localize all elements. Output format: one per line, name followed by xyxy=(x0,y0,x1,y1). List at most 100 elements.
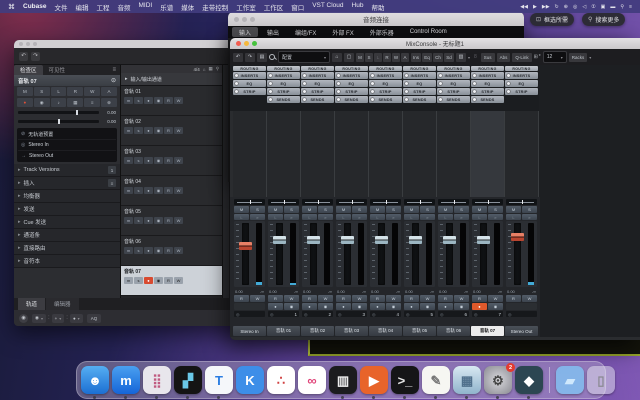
track-btn-s[interactable]: s xyxy=(134,277,143,284)
rack-inserts[interactable]: INSERTS xyxy=(505,72,538,79)
menu-item-工程[interactable]: 工程 xyxy=(96,2,109,12)
pan-control[interactable] xyxy=(336,199,367,205)
fader-cap[interactable] xyxy=(477,236,490,244)
mix-link-icon-0[interactable]: ⊞ xyxy=(534,54,538,60)
inspector-section-2[interactable]: ▸均衡器 xyxy=(14,190,120,203)
audio-tab-编组/FX[interactable]: 编组/FX xyxy=(288,26,323,38)
dock-audio-midi-setup[interactable]: ▦ xyxy=(453,366,481,394)
solo-button[interactable]: S xyxy=(386,206,401,213)
apple-menu-icon[interactable]: ⌘ xyxy=(8,3,15,11)
mixer-view-icon[interactable]: ▥ xyxy=(456,53,466,62)
rack-strip[interactable]: STRIP xyxy=(403,88,436,95)
track-btn-R[interactable]: R xyxy=(164,277,173,284)
dock-p-loop[interactable]: ∞ xyxy=(298,366,326,394)
rack-strip[interactable]: STRIP xyxy=(301,88,334,95)
status-icon-9[interactable]: ▬ xyxy=(610,4,615,10)
track-btn-◉[interactable]: ◉ xyxy=(154,157,163,164)
edit-button[interactable]: e xyxy=(284,214,299,220)
rack-routing[interactable]: ROUTING xyxy=(369,66,402,71)
monitor-button[interactable]: ◉ xyxy=(352,303,367,310)
fader-track[interactable] xyxy=(344,223,351,285)
rack-sends[interactable]: SENDS xyxy=(301,96,334,103)
mix-bypass-Sd[interactable]: Sd xyxy=(444,53,454,62)
dock-finder[interactable]: ☻ xyxy=(81,366,109,394)
fader-cap[interactable] xyxy=(341,236,354,244)
track-row-1[interactable]: 音轨 01ms●◉RW xyxy=(121,86,222,116)
channel-name-Stereo In[interactable]: Stereo In xyxy=(233,326,266,336)
track-btn-W[interactable]: W xyxy=(174,217,183,224)
fader-cap[interactable] xyxy=(511,233,524,241)
fader-cap[interactable] xyxy=(409,236,422,244)
record-button[interactable]: ● xyxy=(336,303,351,310)
pan-control[interactable] xyxy=(404,199,435,205)
dock-mission-blocks[interactable]: ▞ xyxy=(174,366,202,394)
read-button[interactable]: R xyxy=(404,295,419,302)
status-icon-4[interactable]: ⊕ xyxy=(564,4,568,10)
qlink-button[interactable]: Q-Link xyxy=(512,53,531,62)
suspend-link-button[interactable]: Sus xyxy=(481,53,495,62)
disclosure-icon[interactable]: ▸ xyxy=(125,76,128,82)
track-btn-●[interactable]: ● xyxy=(144,127,153,134)
rack-routing[interactable]: ROUTING xyxy=(437,66,470,71)
channel-name-音轨 01[interactable]: 音轨 01 xyxy=(267,326,300,336)
track-btn-●[interactable]: ● xyxy=(144,277,153,284)
rack-sends[interactable]: SENDS xyxy=(437,96,470,103)
record-button[interactable]: ● xyxy=(370,303,385,310)
inspector-tab-检查区[interactable]: 检查区 xyxy=(14,65,43,75)
fader-track[interactable] xyxy=(276,223,283,285)
track-btn-W[interactable]: W xyxy=(174,277,183,284)
track-btn-R[interactable]: R xyxy=(164,127,173,134)
rack-routing[interactable]: ROUTING xyxy=(335,66,368,71)
record-button[interactable]: ● xyxy=(268,303,283,310)
status-icon-3[interactable]: ↻ xyxy=(555,4,559,10)
redo-icon[interactable]: ↷ xyxy=(31,52,40,61)
chevron-down-icon[interactable]: ▾ xyxy=(468,55,470,60)
read-button[interactable]: R xyxy=(438,295,453,302)
rack-eq[interactable]: EQ xyxy=(471,80,504,87)
insp-btn1-A[interactable]: A xyxy=(101,87,117,96)
track-btn-◉[interactable]: ◉ xyxy=(154,247,163,254)
inspector-section-6[interactable]: ▸直接路由 xyxy=(14,242,120,255)
track-btn-W[interactable]: W xyxy=(174,187,183,194)
listen-button[interactable]: L xyxy=(268,214,283,220)
mix-auto-S[interactable]: S xyxy=(365,53,373,62)
rack-eq[interactable]: EQ xyxy=(233,80,266,87)
fader-cap[interactable] xyxy=(307,236,320,244)
rack-eq[interactable]: EQ xyxy=(505,80,538,87)
listen-button[interactable]: L xyxy=(472,214,487,220)
inspector-section-4[interactable]: ▸Cue 发送 xyxy=(14,216,120,229)
track-btn-R[interactable]: R xyxy=(164,187,173,194)
track-row-6[interactable]: 音轨 06ms●◉RW xyxy=(121,236,222,266)
zone-tab-编辑器[interactable]: 编辑器 xyxy=(46,298,79,310)
status-group-2[interactable]: ●▾ xyxy=(70,314,83,323)
audio-tab-Control Room[interactable]: Control Room xyxy=(403,26,454,38)
overlay-pill-search[interactable]: ⚲ 搜索更多 xyxy=(582,13,625,26)
slider-handle[interactable] xyxy=(76,110,78,115)
track-btn-◉[interactable]: ◉ xyxy=(154,127,163,134)
channel-name-音轨 06[interactable]: 音轨 06 xyxy=(437,326,470,336)
fader-cap[interactable] xyxy=(443,236,456,244)
mix-auto-M[interactable]: M xyxy=(356,53,364,62)
history-icon[interactable]: ▤ xyxy=(257,53,267,62)
read-button[interactable]: R xyxy=(234,295,249,302)
mix-bypass-Ins[interactable]: Ins xyxy=(411,53,421,62)
insp-btn1-M[interactable]: M xyxy=(17,87,33,96)
menu-item-音频[interactable]: 音频 xyxy=(117,2,130,12)
dock-k-app[interactable]: K xyxy=(236,366,264,394)
pan-control[interactable] xyxy=(438,199,469,205)
search-icon[interactable] xyxy=(269,54,276,61)
home-icon[interactable]: ⌂ xyxy=(332,53,342,62)
track-btn-m[interactable]: m xyxy=(124,97,133,104)
track-btn-●[interactable]: ● xyxy=(144,247,153,254)
menu-item-乐谱[interactable]: 乐谱 xyxy=(160,2,173,12)
fader-track[interactable] xyxy=(310,223,317,285)
mute-button[interactable]: M xyxy=(370,206,385,213)
dock-video-app[interactable]: ▶ xyxy=(360,366,388,394)
status-group-1[interactable]: +▾ xyxy=(52,314,65,323)
io-channels-header[interactable]: ▸ 输入/输出通道 xyxy=(121,73,222,86)
rack-strip[interactable]: STRIP xyxy=(233,88,266,95)
rack-routing[interactable]: ROUTING xyxy=(233,66,266,71)
mix-bypass-Ch[interactable]: Ch xyxy=(433,53,443,62)
audio-tab-外部 FX[interactable]: 外部 FX xyxy=(325,26,360,38)
status-icon-7[interactable]: ① xyxy=(591,4,595,10)
